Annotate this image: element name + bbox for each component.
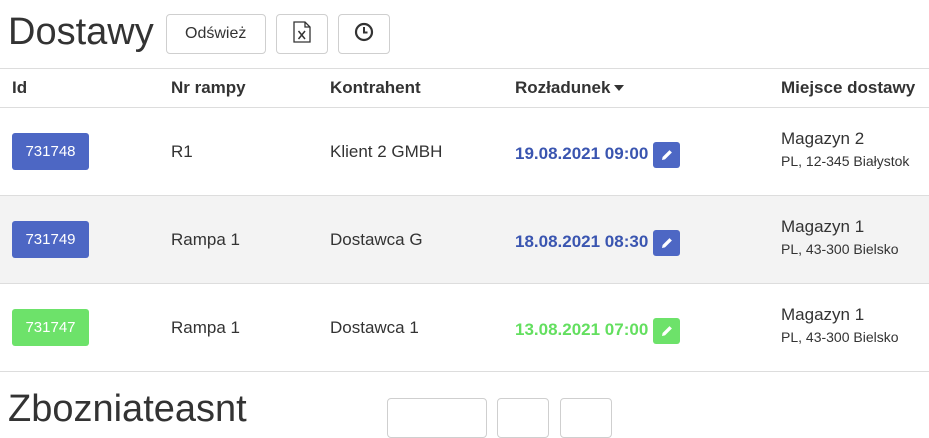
column-header-contractor[interactable]: Kontrahent xyxy=(330,78,421,98)
unloading-datetime: 19.08.2021 09:00 xyxy=(515,144,649,163)
warehouse-address: PL, 43-300 Bielsko xyxy=(781,241,899,257)
unloading-datetime: 18.08.2021 08:30 xyxy=(515,232,649,251)
edit-unloading-button[interactable] xyxy=(653,318,681,344)
section-export-button[interactable] xyxy=(497,398,549,438)
ramp-number: Rampa 1 xyxy=(171,318,240,337)
unloading-cell: 19.08.2021 09:00 xyxy=(515,141,681,168)
unloading-cell: 13.08.2021 07:00 xyxy=(515,317,681,344)
column-header-delivery-place[interactable]: Miejsce dostawy xyxy=(781,78,915,98)
column-header-unloading[interactable]: Rozładunek xyxy=(515,78,625,98)
delivery-id-badge[interactable]: 731747 xyxy=(12,309,89,346)
table-row[interactable]: 731748 R1 Klient 2 GMBH 19.08.2021 09:00… xyxy=(0,108,929,196)
pencil-icon xyxy=(661,150,672,160)
section-refresh-button[interactable] xyxy=(387,398,487,438)
excel-export-icon xyxy=(293,20,311,48)
delivery-id-badge[interactable]: 731749 xyxy=(12,221,89,258)
delivery-id-badge[interactable]: 731748 xyxy=(12,133,89,170)
delivery-place: Magazyn 1 PL, 43-300 Bielsko xyxy=(781,305,899,345)
table-row[interactable]: 731747 Rampa 1 Dostawca 1 13.08.2021 07:… xyxy=(0,284,929,372)
table-row[interactable]: 731749 Rampa 1 Dostawca G 18.08.2021 08:… xyxy=(0,196,929,284)
column-header-ramp[interactable]: Nr rampy xyxy=(171,78,246,98)
column-header-id[interactable]: Id xyxy=(12,78,27,98)
ramp-number: Rampa 1 xyxy=(171,230,240,249)
ramp-number: R1 xyxy=(171,142,193,161)
warehouse-address: PL, 12-345 Białystok xyxy=(781,153,910,169)
unloading-cell: 18.08.2021 08:30 xyxy=(515,229,681,256)
contractor-name: Dostawca 1 xyxy=(330,318,419,337)
refresh-button[interactable]: Odśwież xyxy=(165,14,266,54)
edit-unloading-button[interactable] xyxy=(653,142,681,168)
page: Dostawy Odśwież Id Nr rampy Kontrahent R… xyxy=(0,0,929,438)
page-header: Dostawy Odśwież xyxy=(8,10,400,58)
delivery-place: Magazyn 2 PL, 12-345 Białystok xyxy=(781,129,909,169)
warehouse-name: Magazyn 2 xyxy=(781,129,865,148)
export-excel-button[interactable] xyxy=(275,14,328,54)
pencil-icon xyxy=(661,326,672,336)
clock-icon xyxy=(354,22,374,47)
unloading-datetime: 13.08.2021 07:00 xyxy=(515,320,649,339)
contractor-name: Klient 2 GMBH xyxy=(330,142,443,161)
sort-desc-icon xyxy=(614,84,625,91)
page-title: Dostawy xyxy=(8,11,154,53)
deliveries-table: Id Nr rampy Kontrahent Rozładunek Miejsc… xyxy=(0,68,929,372)
warehouse-name: Magazyn 1 xyxy=(781,217,865,236)
pencil-icon xyxy=(661,238,672,248)
warehouse-name: Magazyn 1 xyxy=(781,305,865,324)
edit-unloading-button[interactable] xyxy=(653,230,681,256)
contractor-name: Dostawca G xyxy=(330,230,423,249)
warehouse-address: PL, 43-300 Bielsko xyxy=(781,329,899,345)
table-header: Id Nr rampy Kontrahent Rozładunek Miejsc… xyxy=(0,69,929,108)
delivery-place: Magazyn 1 PL, 43-300 Bielsko xyxy=(781,217,899,257)
section-title: Zbozniateasnt xyxy=(8,388,247,430)
section-history-button[interactable] xyxy=(560,398,612,438)
column-header-unloading-label: Rozładunek xyxy=(515,78,611,97)
history-button[interactable] xyxy=(337,14,390,54)
